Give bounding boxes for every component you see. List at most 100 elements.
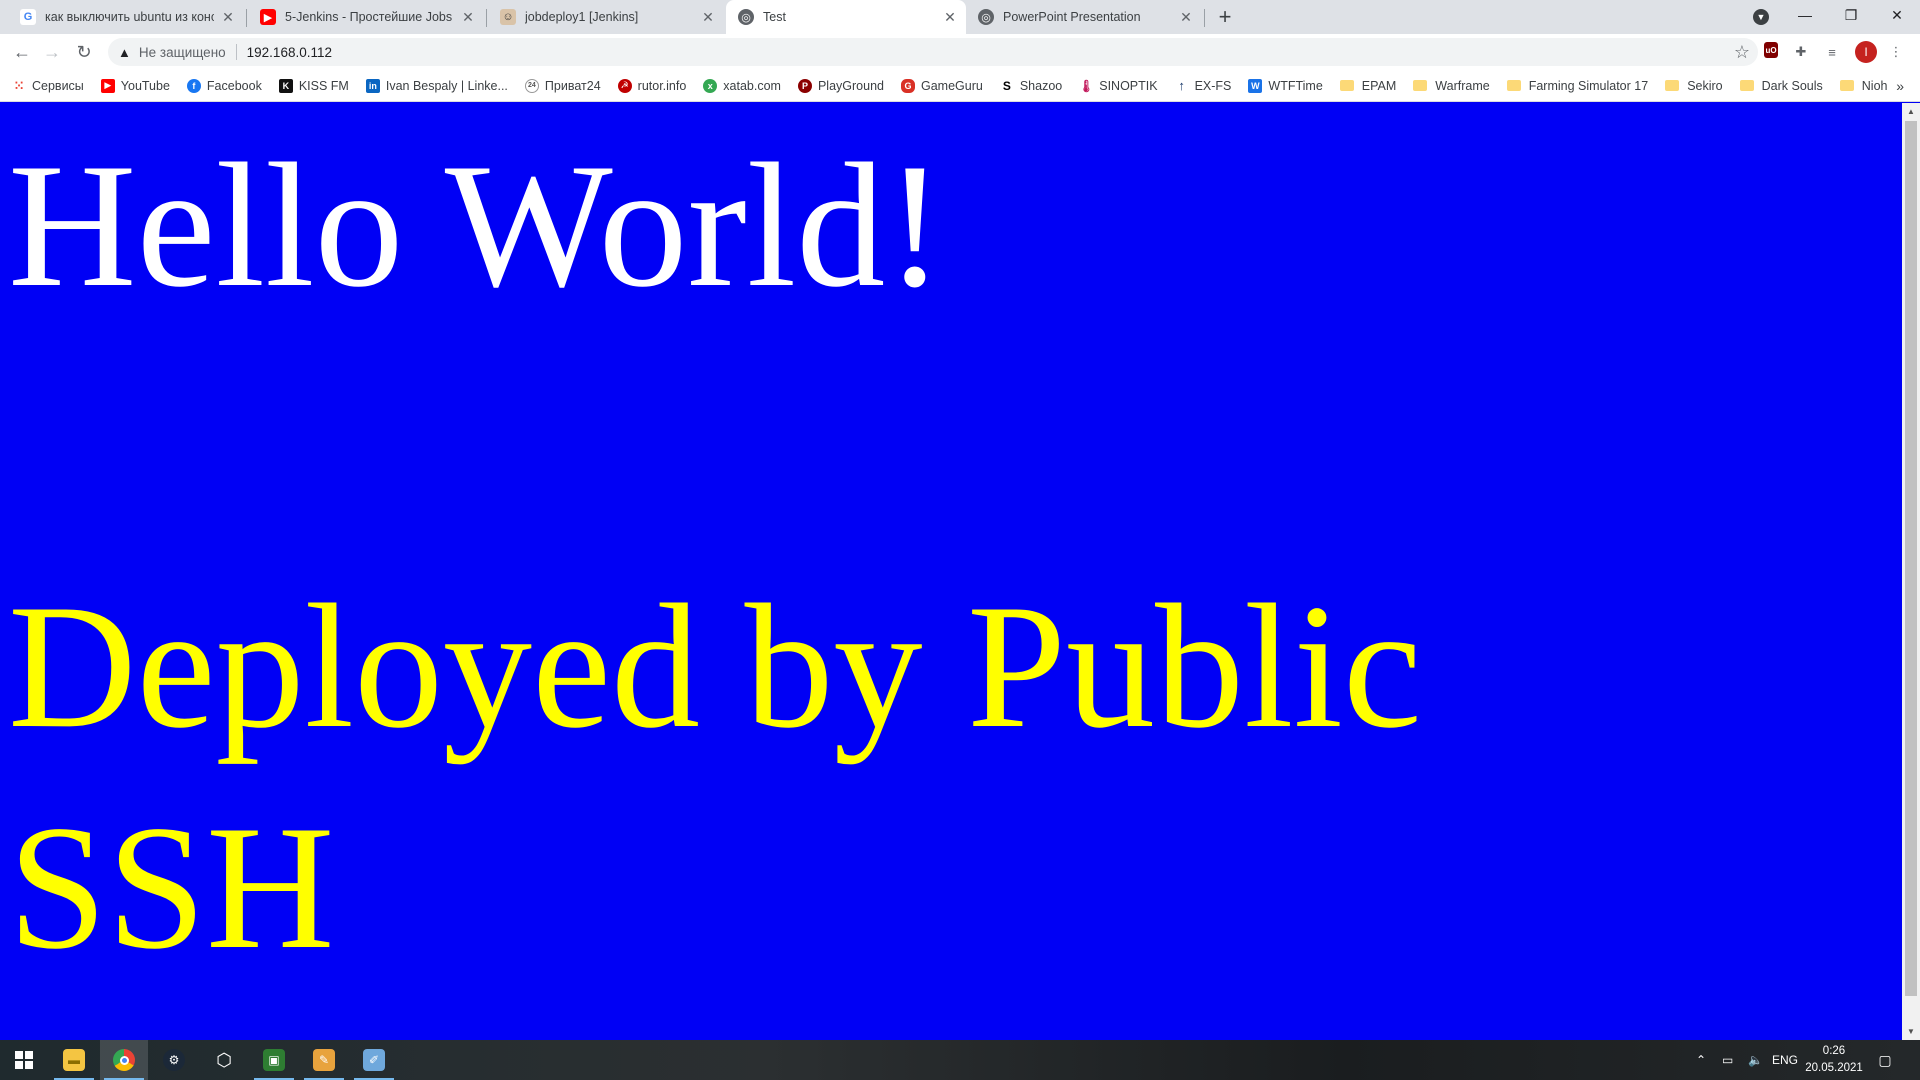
globe-icon: ◎ [978, 9, 994, 25]
tab-active-test[interactable]: ◎ Test ✕ [726, 0, 966, 34]
bookmark-xatab[interactable]: x xatab.com [703, 78, 781, 93]
start-button[interactable] [0, 1040, 48, 1080]
scroll-up-arrow-icon[interactable]: ▲ [1902, 103, 1920, 120]
tab-3[interactable]: ☺ jobdeploy1 [Jenkins] ✕ [488, 0, 724, 34]
chevron-down-icon: ▼ [1753, 9, 1769, 25]
folder-icon [1739, 80, 1754, 91]
taskbar-steam[interactable]: ⚙ [150, 1040, 198, 1080]
bookmark-folder-dark-souls[interactable]: Dark Souls [1739, 78, 1823, 93]
back-button[interactable]: ← [8, 38, 36, 66]
bookmark-label: rutor.info [637, 78, 687, 93]
wtftime-icon: W [1248, 78, 1263, 93]
media-control-icon[interactable]: ≡ [1822, 42, 1842, 62]
steam-icon: ⚙ [163, 1049, 185, 1071]
windows-taskbar: ▬ ⚙ ⬡ ▣ ✎ ✐ ⌃ ▭ 🔈 ENG 0:26 20.05.2021 ▢ [0, 1040, 1920, 1080]
bookmark-folder-sekiro[interactable]: Sekiro [1665, 79, 1723, 93]
close-icon[interactable]: ✕ [1178, 9, 1194, 25]
bookmark-wtftime[interactable]: W WTFTime [1248, 78, 1323, 93]
vertical-scrollbar[interactable]: ▲ ▼ [1902, 103, 1920, 1040]
notification-center-icon[interactable]: ▢ [1875, 1050, 1895, 1070]
bookmark-gameguru[interactable]: G GameGuru [900, 78, 983, 93]
bookmark-label: KISS FM [298, 78, 349, 93]
address-bar[interactable]: ▲ Не защищено 192.168.0.112 ☆ [108, 38, 1758, 66]
google-icon: G [20, 9, 36, 25]
extensions-puzzle-icon[interactable]: ✚ [1791, 42, 1811, 62]
taskbar-clock[interactable]: 0:26 20.05.2021 [1802, 1043, 1866, 1077]
bookmark-youtube[interactable]: ▶ YouTube [100, 78, 170, 93]
bookmark-label: Dark Souls [1761, 78, 1823, 93]
bookmark-exfs[interactable]: ↑ EX-FS [1174, 78, 1232, 93]
new-tab-button[interactable]: + [1213, 4, 1237, 29]
tab-strip: G как выключить ubuntu из конс ✕ ▶ 5-Jen… [0, 0, 1920, 34]
ublock-extension-icon[interactable]: uO [1764, 42, 1778, 58]
taskbar-app-tools[interactable]: ✎ [300, 1040, 348, 1080]
bookmark-folder-warframe[interactable]: Warframe [1413, 79, 1490, 93]
bookmark-playground[interactable]: P PlayGround [797, 78, 884, 93]
minimize-button[interactable]: — [1782, 0, 1828, 30]
star-icon[interactable]: ☆ [1734, 42, 1750, 63]
tab-search-button[interactable]: ▼ [1750, 6, 1772, 28]
bookmark-label: xatab.com [723, 78, 781, 93]
bookmark-shazoo[interactable]: S Shazoo [999, 78, 1062, 93]
language-indicator[interactable]: ENG [1772, 1040, 1798, 1080]
bookmark-privat24[interactable]: 24 Приват24 [524, 78, 601, 93]
security-label[interactable]: Не защищено [139, 45, 226, 60]
taskbar-app-terminal[interactable]: ▣ [250, 1040, 298, 1080]
bookmark-label: EX-FS [1194, 78, 1232, 93]
close-icon[interactable]: ✕ [942, 9, 958, 25]
folder-icon [1665, 80, 1680, 91]
bookmark-facebook[interactable]: f Facebook [186, 78, 262, 93]
linkedin-icon: in [365, 78, 380, 93]
clock-time: 0:26 [1822, 1045, 1846, 1057]
tools-icon: ✎ [313, 1049, 335, 1071]
profile-avatar[interactable]: I [1855, 41, 1877, 63]
folder-icon [1339, 80, 1354, 91]
close-icon[interactable]: ✕ [220, 9, 236, 25]
restore-button[interactable]: ❐ [1828, 0, 1874, 30]
tab-title: PowerPoint Presentation [1003, 10, 1141, 24]
taskbar-chrome[interactable] [100, 1040, 148, 1080]
bookmark-sinoptik[interactable]: 🌡 SINOPTIK [1079, 78, 1158, 93]
tab-title: jobdeploy1 [Jenkins] [525, 10, 639, 24]
bookmark-label: Сервисы [32, 78, 84, 93]
tab-5[interactable]: ◎ PowerPoint Presentation ✕ [966, 0, 1202, 34]
warning-icon[interactable]: ▲ [118, 45, 131, 60]
taskbar-virtualbox[interactable]: ⬡ [200, 1040, 248, 1080]
page-viewport: Hello World! Deployed by Public SSH [0, 103, 1902, 1040]
taskbar-app-notes[interactable]: ✐ [350, 1040, 398, 1080]
close-window-button[interactable]: ✕ [1874, 0, 1920, 30]
bookmark-linkedin[interactable]: in Ivan Bespaly | Linke... [365, 78, 508, 93]
bookmark-rutor[interactable]: ☭ rutor.info [617, 78, 687, 93]
bookmarks-overflow-icon[interactable]: » [1896, 78, 1904, 94]
url-text[interactable]: 192.168.0.112 [247, 45, 332, 60]
close-icon[interactable]: ✕ [460, 9, 476, 25]
tab-title: как выключить ubuntu из конс [45, 10, 214, 24]
tab-1[interactable]: G как выключить ubuntu из конс ✕ [8, 0, 244, 34]
terminal-icon: ▣ [263, 1049, 285, 1071]
menu-icon[interactable]: ⋮ [1886, 42, 1906, 62]
bookmark-label: GameGuru [920, 78, 983, 93]
forward-button[interactable]: → [38, 38, 66, 66]
taskbar-file-explorer[interactable]: ▬ [50, 1040, 98, 1080]
network-icon[interactable]: ▭ [1722, 1040, 1733, 1080]
bookmark-kissfm[interactable]: K KISS FM [278, 78, 349, 93]
folder-icon [1413, 80, 1428, 91]
facebook-icon: f [186, 78, 201, 93]
bookmark-folder-farming-simulator[interactable]: Farming Simulator 17 [1506, 79, 1648, 93]
tab-2[interactable]: ▶ 5-Jenkins - Простейшие Jobs в ✕ [248, 0, 484, 34]
bookmark-label: PlayGround [817, 78, 884, 93]
globe-icon: ◎ [738, 9, 754, 25]
deployed-heading: Deployed by Public SSH [8, 567, 1422, 986]
scrollbar-thumb[interactable] [1905, 121, 1917, 996]
tab-title: Test [763, 10, 786, 24]
reload-button[interactable]: ↻ [70, 38, 98, 66]
bookmark-folder-nioh[interactable]: Nioh [1839, 79, 1887, 93]
bookmark-folder-epam[interactable]: EPAM [1339, 79, 1396, 93]
tray-overflow-icon[interactable]: ⌃ [1696, 1040, 1706, 1080]
clock-date: 20.05.2021 [1805, 1062, 1863, 1074]
bookmark-services[interactable]: ⁙ Сервисы [12, 78, 84, 93]
scroll-down-arrow-icon[interactable]: ▼ [1902, 1023, 1920, 1040]
hello-heading: Hello World! [8, 126, 945, 324]
close-icon[interactable]: ✕ [700, 9, 716, 25]
volume-icon[interactable]: 🔈 [1748, 1040, 1763, 1080]
